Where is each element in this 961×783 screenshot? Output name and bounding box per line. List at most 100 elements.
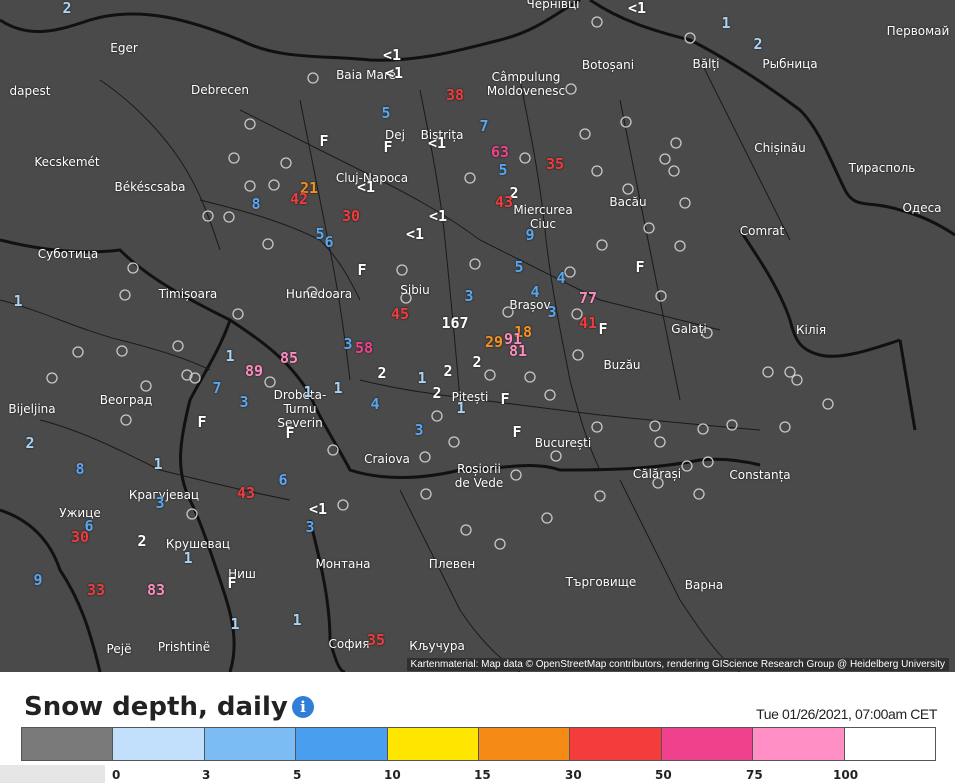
city-label: Miercurea Ciuc (513, 203, 573, 231)
city-label: Кључура (409, 639, 465, 653)
station-marker (431, 410, 443, 422)
scale-tick-label: 15 (474, 768, 491, 782)
city-label: dapest (9, 84, 51, 98)
station-marker (396, 264, 408, 276)
snow-depth-reading: 1 (721, 14, 731, 32)
snow-depth-reading: F (285, 424, 295, 442)
station-marker (494, 538, 506, 550)
city-label: Câmpulung Moldovenesc (486, 70, 566, 98)
snow-depth-reading: 167 (441, 314, 469, 332)
station-marker (419, 451, 431, 463)
scale-swatch (296, 728, 388, 760)
snow-depth-reading: 8 (251, 195, 261, 213)
snow-depth-reading: 3 (305, 518, 315, 536)
snow-depth-reading: 3 (547, 303, 557, 321)
city-label: Botoșani (581, 58, 635, 72)
snow-depth-reading: 30 (70, 528, 90, 546)
station-marker (565, 83, 577, 95)
snow-depth-reading: F (227, 574, 237, 592)
snow-depth-reading: 2 (472, 353, 482, 371)
snow-depth-reading: 1 (417, 369, 427, 387)
station-marker (460, 524, 472, 536)
snow-depth-reading: F (383, 138, 393, 156)
city-label: Bacău (609, 195, 647, 209)
snow-depth-reading: 2 (432, 384, 442, 402)
snow-depth-reading: 35 (545, 155, 565, 173)
station-marker (594, 490, 606, 502)
station-marker (726, 419, 738, 431)
station-marker (649, 420, 661, 432)
city-label: Beoгрaд (99, 393, 153, 407)
city-label: Суботица (37, 247, 99, 261)
scale-tick-label: 50 (655, 768, 672, 782)
snow-depth-reading: 33 (86, 581, 106, 599)
snow-depth-reading: 29 (484, 333, 504, 351)
snow-depth-reading: 3 (155, 494, 165, 512)
info-icon[interactable]: i (292, 696, 314, 718)
city-label: Тирасполь (848, 161, 916, 175)
station-marker (591, 165, 603, 177)
grey-tab (0, 765, 105, 783)
station-marker (564, 266, 576, 278)
station-marker (668, 165, 680, 177)
snow-depth-reading: 1 (303, 383, 313, 401)
scale-swatch (570, 728, 662, 760)
snow-depth-reading: 35 (366, 631, 386, 649)
snow-depth-reading: <1 (356, 178, 376, 196)
city-label: Constanța (729, 468, 791, 482)
snow-depth-reading: 1 (292, 611, 302, 629)
city-label: Търговище (565, 575, 637, 589)
station-marker (591, 421, 603, 433)
snow-depth-reading: <1 (308, 500, 328, 518)
snow-depth-reading: 3 (464, 287, 474, 305)
snow-depth-reading: 3 (414, 421, 424, 439)
city-label: Călărași (632, 467, 682, 481)
station-marker (519, 152, 531, 164)
snow-depth-reading: 38 (445, 86, 465, 104)
snow-depth-reading: 9 (33, 571, 43, 589)
snow-depth-reading: <1 (405, 225, 425, 243)
station-marker (337, 499, 349, 511)
snow-depth-reading: 2 (62, 0, 72, 17)
station-marker (697, 423, 709, 435)
snow-depth-map[interactable]: Чернівці Первомай Eger Baia Mare Botoșani Băl… (0, 0, 955, 672)
snow-depth-reading: <1 (427, 134, 447, 152)
snow-depth-reading: 5 (514, 258, 524, 276)
station-marker (572, 349, 584, 361)
scale-swatch (844, 728, 936, 760)
snow-depth-reading: 83 (146, 581, 166, 599)
snow-depth-reading: 2 (25, 434, 35, 452)
snow-depth-reading: F (598, 320, 608, 338)
city-label: Békéscsaba (114, 180, 186, 194)
snow-depth-reading: 5 (381, 104, 391, 122)
city-label: Чернівці (526, 0, 580, 11)
station-marker (762, 366, 774, 378)
station-marker (510, 469, 522, 481)
station-marker (655, 290, 667, 302)
snow-depth-reading: 85 (279, 349, 299, 367)
scale-swatch (661, 728, 754, 760)
station-marker (264, 376, 276, 388)
station-marker (579, 128, 591, 140)
snow-depth-reading: <1 (384, 64, 404, 82)
station-marker (679, 197, 691, 209)
snow-depth-reading: <1 (428, 207, 448, 225)
scale-swatch (753, 728, 845, 760)
snow-depth-reading: F (357, 261, 367, 279)
snow-depth-reading: 43 (494, 193, 514, 211)
snow-depth-reading: F (512, 423, 522, 441)
station-marker (244, 180, 256, 192)
city-label: Варна (684, 578, 724, 592)
station-marker (591, 16, 603, 28)
station-marker (469, 258, 481, 270)
station-marker (620, 116, 632, 128)
snow-depth-reading: 3 (343, 335, 353, 353)
city-label: Монтана (315, 557, 371, 571)
snow-depth-reading: 9 (525, 226, 535, 244)
station-marker (262, 238, 274, 250)
city-label: Hunedoara (285, 287, 353, 301)
snow-depth-reading: <1 (627, 0, 647, 17)
scale-swatch (22, 728, 114, 760)
city-label: Eger (110, 41, 138, 55)
scale-swatch (479, 728, 571, 760)
